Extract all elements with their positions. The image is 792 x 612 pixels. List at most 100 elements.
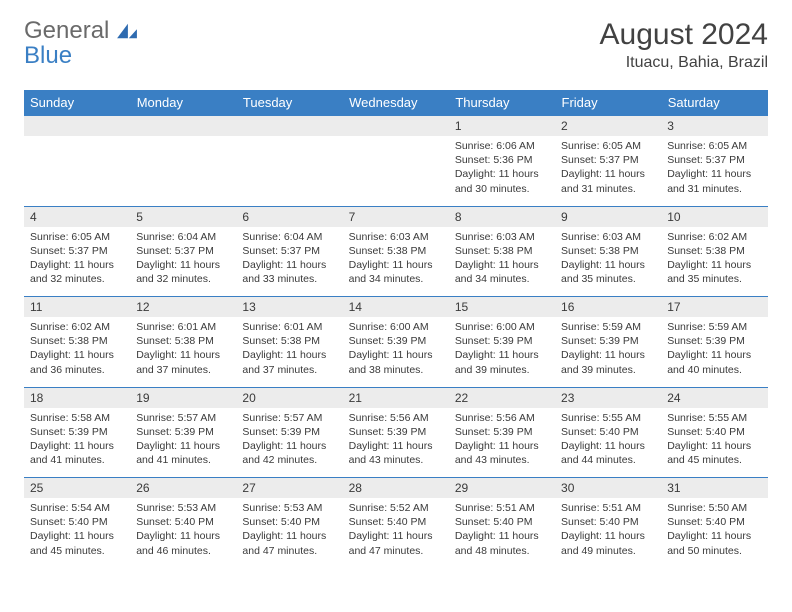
day-number-cell: 28 [343, 478, 449, 499]
day-number-cell: 21 [343, 387, 449, 408]
day-detail-row: Sunrise: 6:06 AMSunset: 5:36 PMDaylight:… [24, 136, 768, 206]
sail-icon [114, 19, 140, 46]
day-detail-cell [130, 136, 236, 206]
day-detail-cell: Sunrise: 5:53 AMSunset: 5:40 PMDaylight:… [130, 498, 236, 568]
daylight-line: Daylight: 11 hours and 46 minutes. [136, 529, 230, 557]
sunset-line: Sunset: 5:38 PM [455, 244, 549, 258]
daylight-line: Daylight: 11 hours and 44 minutes. [561, 439, 655, 467]
sunrise-line: Sunrise: 5:54 AM [30, 501, 124, 515]
day-number-cell: 22 [449, 387, 555, 408]
day-detail-cell: Sunrise: 6:03 AMSunset: 5:38 PMDaylight:… [555, 227, 661, 297]
sunset-line: Sunset: 5:39 PM [667, 334, 761, 348]
logo-text-blue: Blue [24, 42, 72, 69]
sunrise-line: Sunrise: 5:57 AM [136, 411, 230, 425]
sunrise-line: Sunrise: 5:51 AM [561, 501, 655, 515]
day-number-cell: 19 [130, 387, 236, 408]
daylight-line: Daylight: 11 hours and 34 minutes. [455, 258, 549, 286]
day-detail-cell: Sunrise: 6:02 AMSunset: 5:38 PMDaylight:… [661, 227, 767, 297]
day-number-cell: 12 [130, 297, 236, 318]
sunrise-line: Sunrise: 6:05 AM [561, 139, 655, 153]
day-detail-row: Sunrise: 6:05 AMSunset: 5:37 PMDaylight:… [24, 227, 768, 297]
day-number-row: 123 [24, 116, 768, 137]
day-detail-cell: Sunrise: 6:03 AMSunset: 5:38 PMDaylight:… [343, 227, 449, 297]
day-detail-cell: Sunrise: 6:01 AMSunset: 5:38 PMDaylight:… [130, 317, 236, 387]
day-detail-cell: Sunrise: 5:53 AMSunset: 5:40 PMDaylight:… [236, 498, 342, 568]
sunset-line: Sunset: 5:38 PM [242, 334, 336, 348]
day-number-cell: 20 [236, 387, 342, 408]
daylight-line: Daylight: 11 hours and 35 minutes. [561, 258, 655, 286]
day-number-cell: 6 [236, 206, 342, 227]
day-number-cell: 10 [661, 206, 767, 227]
day-detail-cell: Sunrise: 5:51 AMSunset: 5:40 PMDaylight:… [555, 498, 661, 568]
daylight-line: Daylight: 11 hours and 39 minutes. [561, 348, 655, 376]
sunrise-line: Sunrise: 6:04 AM [242, 230, 336, 244]
sunrise-line: Sunrise: 5:56 AM [455, 411, 549, 425]
day-number-cell: 2 [555, 116, 661, 137]
sunset-line: Sunset: 5:40 PM [667, 425, 761, 439]
day-detail-cell: Sunrise: 5:56 AMSunset: 5:39 PMDaylight:… [449, 408, 555, 478]
title-block: August 2024 Ituacu, Bahia, Brazil [600, 18, 768, 72]
day-number-cell: 9 [555, 206, 661, 227]
day-detail-cell: Sunrise: 5:59 AMSunset: 5:39 PMDaylight:… [661, 317, 767, 387]
day-number-row: 11121314151617 [24, 297, 768, 318]
day-detail-cell: Sunrise: 5:52 AMSunset: 5:40 PMDaylight:… [343, 498, 449, 568]
day-number-cell: 11 [24, 297, 130, 318]
daylight-line: Daylight: 11 hours and 30 minutes. [455, 167, 549, 195]
day-detail-cell: Sunrise: 6:06 AMSunset: 5:36 PMDaylight:… [449, 136, 555, 206]
weekday-header: Wednesday [343, 90, 449, 116]
sunset-line: Sunset: 5:39 PM [242, 425, 336, 439]
day-detail-cell: Sunrise: 5:50 AMSunset: 5:40 PMDaylight:… [661, 498, 767, 568]
day-detail-cell [236, 136, 342, 206]
calendar-body: 123Sunrise: 6:06 AMSunset: 5:36 PMDaylig… [24, 116, 768, 569]
sunrise-line: Sunrise: 6:01 AM [136, 320, 230, 334]
sunrise-line: Sunrise: 5:53 AM [136, 501, 230, 515]
calendar-table: SundayMondayTuesdayWednesdayThursdayFrid… [24, 90, 768, 568]
sunset-line: Sunset: 5:40 PM [561, 425, 655, 439]
day-number-cell: 26 [130, 478, 236, 499]
sunrise-line: Sunrise: 5:55 AM [561, 411, 655, 425]
day-number-cell: 17 [661, 297, 767, 318]
day-detail-cell: Sunrise: 5:51 AMSunset: 5:40 PMDaylight:… [449, 498, 555, 568]
sunrise-line: Sunrise: 6:00 AM [349, 320, 443, 334]
day-number-cell: 14 [343, 297, 449, 318]
daylight-line: Daylight: 11 hours and 31 minutes. [667, 167, 761, 195]
day-detail-cell: Sunrise: 6:02 AMSunset: 5:38 PMDaylight:… [24, 317, 130, 387]
daylight-line: Daylight: 11 hours and 43 minutes. [349, 439, 443, 467]
day-detail-cell: Sunrise: 5:59 AMSunset: 5:39 PMDaylight:… [555, 317, 661, 387]
daylight-line: Daylight: 11 hours and 38 minutes. [349, 348, 443, 376]
daylight-line: Daylight: 11 hours and 40 minutes. [667, 348, 761, 376]
day-number-cell [130, 116, 236, 137]
day-detail-cell: Sunrise: 5:55 AMSunset: 5:40 PMDaylight:… [661, 408, 767, 478]
page-title: August 2024 [600, 18, 768, 52]
day-detail-cell: Sunrise: 6:00 AMSunset: 5:39 PMDaylight:… [449, 317, 555, 387]
header: GeneralBlue August 2024 Ituacu, Bahia, B… [0, 0, 792, 80]
day-number-cell: 15 [449, 297, 555, 318]
daylight-line: Daylight: 11 hours and 34 minutes. [349, 258, 443, 286]
day-number-cell: 7 [343, 206, 449, 227]
daylight-line: Daylight: 11 hours and 49 minutes. [561, 529, 655, 557]
day-number-cell: 18 [24, 387, 130, 408]
sunset-line: Sunset: 5:40 PM [349, 515, 443, 529]
day-number-cell: 1 [449, 116, 555, 137]
sunset-line: Sunset: 5:37 PM [30, 244, 124, 258]
day-number-cell: 27 [236, 478, 342, 499]
weekday-header: Monday [130, 90, 236, 116]
day-detail-cell: Sunrise: 5:57 AMSunset: 5:39 PMDaylight:… [236, 408, 342, 478]
sunrise-line: Sunrise: 5:56 AM [349, 411, 443, 425]
sunset-line: Sunset: 5:39 PM [136, 425, 230, 439]
day-number-cell: 29 [449, 478, 555, 499]
day-detail-row: Sunrise: 5:58 AMSunset: 5:39 PMDaylight:… [24, 408, 768, 478]
day-number-cell: 23 [555, 387, 661, 408]
sunset-line: Sunset: 5:37 PM [136, 244, 230, 258]
daylight-line: Daylight: 11 hours and 37 minutes. [242, 348, 336, 376]
day-detail-cell: Sunrise: 6:04 AMSunset: 5:37 PMDaylight:… [236, 227, 342, 297]
day-number-cell: 30 [555, 478, 661, 499]
sunrise-line: Sunrise: 5:52 AM [349, 501, 443, 515]
daylight-line: Daylight: 11 hours and 43 minutes. [455, 439, 549, 467]
day-detail-cell: Sunrise: 6:00 AMSunset: 5:39 PMDaylight:… [343, 317, 449, 387]
day-number-cell: 31 [661, 478, 767, 499]
daylight-line: Daylight: 11 hours and 31 minutes. [561, 167, 655, 195]
day-number-row: 25262728293031 [24, 478, 768, 499]
sunrise-line: Sunrise: 6:01 AM [242, 320, 336, 334]
sunrise-line: Sunrise: 6:00 AM [455, 320, 549, 334]
